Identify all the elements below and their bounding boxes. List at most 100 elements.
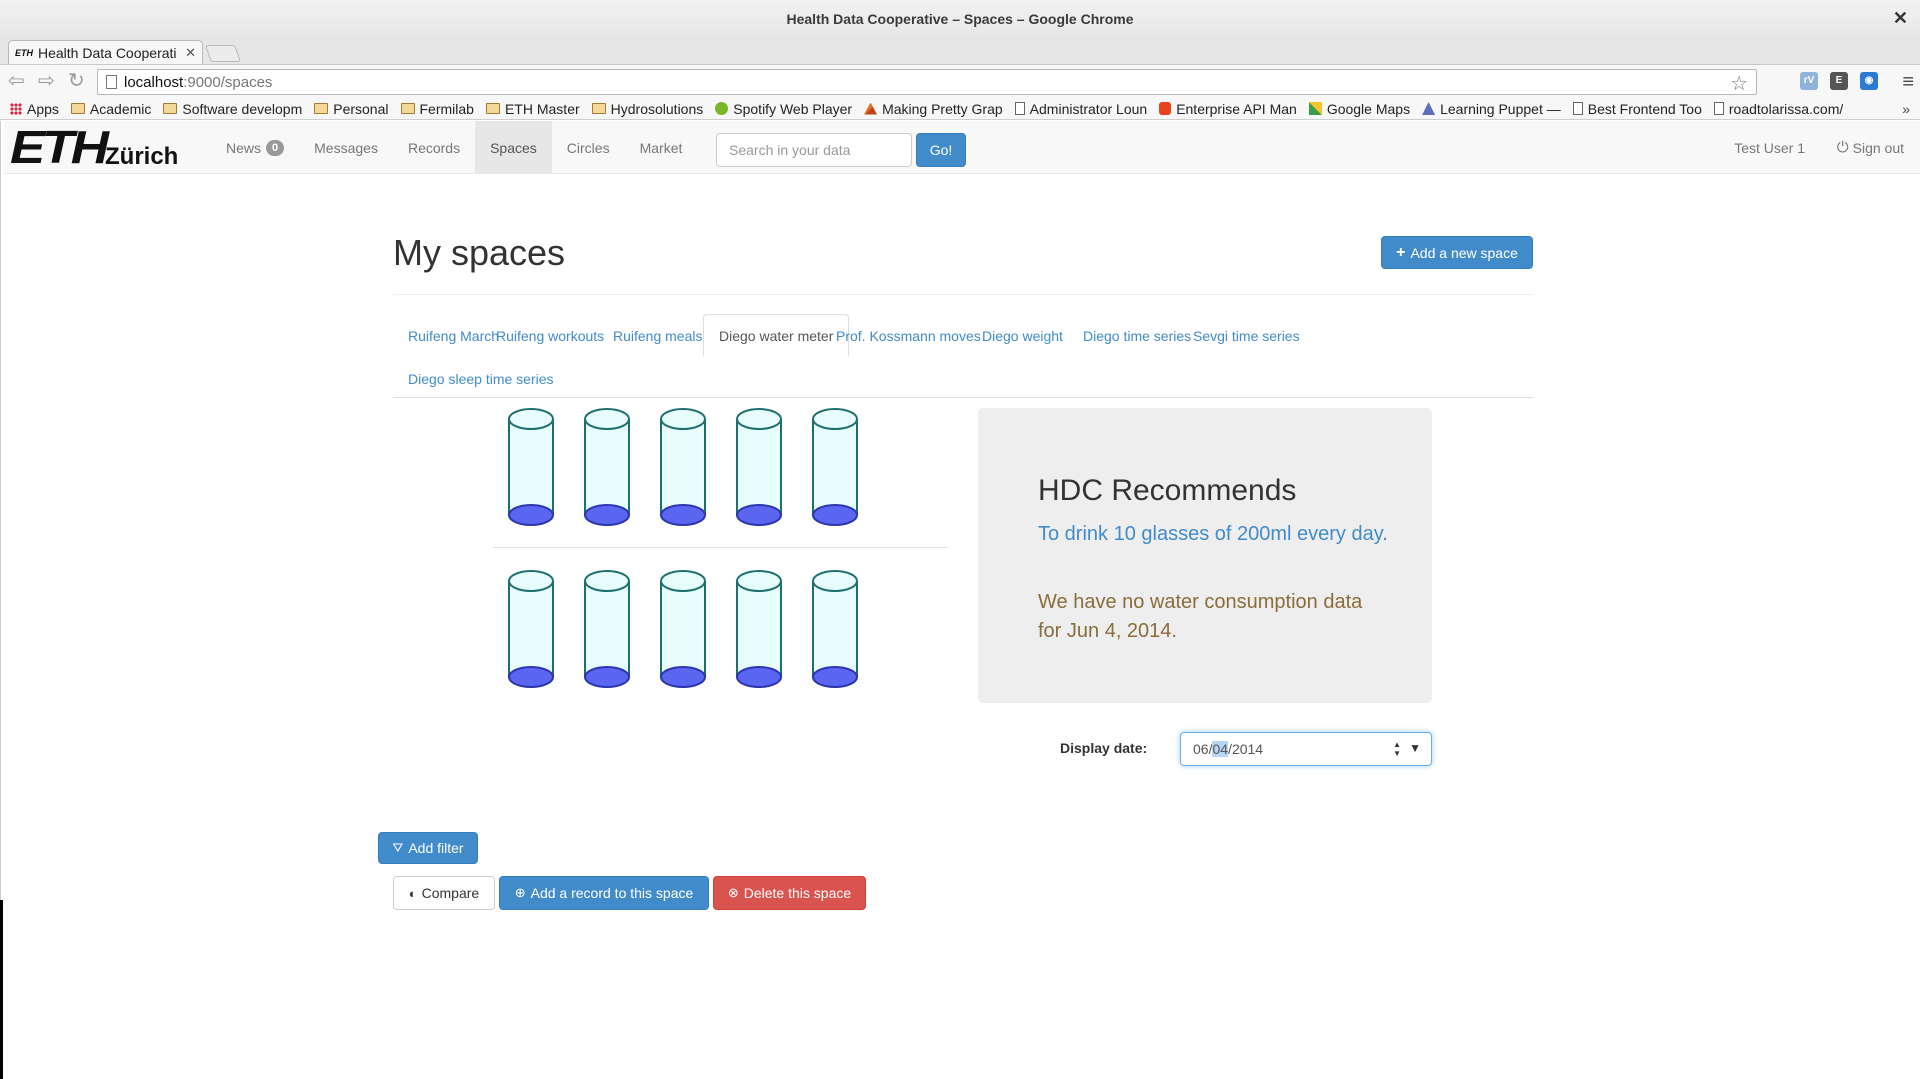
bookmark-label: Making Pretty Grap (882, 100, 1003, 117)
bookmark-star-icon[interactable]: ☆ (1730, 71, 1748, 96)
bookmark-9[interactable]: Administrator Loun (1014, 101, 1147, 117)
eth-logo[interactable]: ETH Zürich (10, 124, 178, 170)
window-title: Health Data Cooperative – Spaces – Googl… (786, 11, 1134, 27)
bookmark-4[interactable]: Fermilab (400, 101, 474, 117)
folder-icon (485, 103, 500, 114)
water-glass[interactable] (584, 570, 630, 688)
url-text[interactable]: localhost:9000/spaces (124, 74, 272, 91)
add-filter-label: Add filter (408, 840, 464, 856)
tab-diego-sleep-time-series[interactable]: Diego sleep time series (393, 357, 569, 400)
water-glass[interactable] (660, 408, 706, 526)
tab-diego-weight[interactable]: Diego weight (967, 314, 1078, 357)
recommendation-text: To drink 10 glasses of 200ml every day. (1038, 523, 1388, 545)
bookmark-2[interactable]: Software developm (163, 101, 302, 117)
bookmark-12[interactable]: Learning Puppet — (1422, 101, 1561, 117)
date-spinner-icon[interactable]: ▲ ▼ (1393, 740, 1401, 758)
chrome-menu-icon[interactable]: ≡ (1902, 71, 1914, 94)
bookmark-label: roadtolarissa.com/ (1728, 100, 1844, 117)
nav-label: Messages (314, 139, 378, 156)
folder-icon (400, 103, 415, 114)
add-filter-button[interactable]: ⛛ Add filter (378, 832, 478, 864)
bookmark-10[interactable]: Enterprise API Man (1159, 101, 1297, 117)
user-name[interactable]: Test User 1 (1734, 121, 1805, 174)
bookmark-5[interactable]: ETH Master (485, 100, 580, 117)
browser-tabstrip: ETH Health Data Cooperati ✕ (0, 38, 1920, 64)
nav-circles[interactable]: Circles (552, 121, 625, 174)
tab-ruifeng-meals[interactable]: Ruifeng meals (598, 314, 718, 357)
page-icon (1014, 102, 1025, 115)
filter-icon: ⛛ (392, 840, 404, 855)
recommendation-panel: HDC Recommends To drink 10 glasses of 20… (978, 408, 1432, 703)
delete-space-button[interactable]: ⊗ Delete this space (713, 876, 866, 910)
search-input[interactable] (716, 133, 912, 167)
plus-icon: + (1396, 243, 1406, 261)
nav-market[interactable]: Market (625, 121, 698, 174)
water-glass[interactable] (812, 570, 858, 688)
window-close-icon[interactable]: ✕ (1893, 8, 1908, 29)
nav-records[interactable]: Records (393, 121, 475, 174)
folder-icon (591, 103, 606, 114)
plus-circle-icon: ⊕ (514, 885, 526, 900)
reload-icon[interactable]: ↻ (68, 71, 85, 91)
tab-sevgi-time-series[interactable]: Sevgi time series (1178, 314, 1315, 357)
water-glass[interactable] (584, 408, 630, 526)
extension-blue-icon[interactable]: ◉ (1860, 72, 1878, 90)
date-day[interactable]: 04 (1212, 741, 1229, 757)
display-date-input[interactable]: 06/04/2014 ▲ ▼ ▼ (1180, 732, 1432, 766)
bookmark-label: Personal (333, 100, 389, 117)
no-data-message: We have no water consumption data for Ju… (1038, 591, 1363, 642)
water-glass[interactable] (508, 408, 554, 526)
bookmark-label: ETH Master (504, 100, 580, 117)
browser-tab[interactable]: ETH Health Data Cooperati ✕ (8, 40, 203, 64)
tab-close-icon[interactable]: ✕ (185, 45, 196, 61)
bookmark-1[interactable]: Academic (70, 100, 152, 117)
bookmarks-bar: Apps Academic Software developm Personal Fer… (0, 98, 1920, 120)
bookmark-8[interactable]: Making Pretty Grap (864, 101, 1003, 117)
date-year[interactable]: 2014 (1232, 741, 1263, 757)
add-record-label: Add a record to this space (530, 885, 694, 901)
sign-out-link[interactable]: ⏻ Sign out (1837, 121, 1904, 174)
water-glass[interactable] (660, 570, 706, 688)
page-icon (1713, 102, 1724, 115)
spotify-icon (715, 102, 729, 115)
add-space-button[interactable]: + Add a new space (1381, 236, 1533, 269)
extension-rv-icon[interactable]: rV (1800, 72, 1818, 90)
bookmark-3[interactable]: Personal (314, 100, 389, 117)
address-bar[interactable]: localhost:9000/spaces ☆ (97, 69, 1757, 95)
nav-news[interactable]: News 0 (211, 121, 299, 174)
go-button[interactable]: Go! (916, 133, 966, 167)
bookmark-13[interactable]: Best Frontend Too (1572, 101, 1702, 117)
left-edge-dark (0, 900, 3, 1079)
extension-evernote-icon[interactable]: E (1830, 72, 1848, 90)
red-o-icon (1159, 102, 1172, 115)
divider (393, 294, 1533, 295)
water-glass[interactable] (508, 570, 554, 688)
water-glass[interactable] (736, 570, 782, 688)
recommendation-title: HDC Recommends (1038, 474, 1297, 507)
bookmark-11[interactable]: Google Maps (1308, 101, 1410, 117)
bookmark-label: Spotify Web Player (733, 100, 853, 117)
bookmarks-overflow-icon[interactable]: » (1902, 101, 1910, 117)
water-glass[interactable] (736, 408, 782, 526)
nav-spaces[interactable]: Spaces (475, 121, 552, 174)
water-glass[interactable] (812, 408, 858, 526)
bookmark-6[interactable]: Hydrosolutions (591, 101, 703, 117)
water-glasses-svg (508, 408, 858, 688)
bookmark-label: Software developm (182, 100, 303, 117)
bookmark-0[interactable]: Apps (10, 101, 59, 117)
date-month[interactable]: 06 (1193, 741, 1209, 757)
compare-button[interactable]: ◐ Compare (393, 876, 495, 910)
forward-icon[interactable]: ⇨ (38, 71, 55, 91)
add-record-button[interactable]: ⊕ Add a record to this space (499, 876, 709, 910)
glass-row-divider (493, 547, 948, 548)
new-tab-button[interactable] (204, 45, 242, 62)
back-icon[interactable]: ⇦ (8, 71, 25, 91)
nav-messages[interactable]: Messages (299, 121, 393, 174)
bookmark-label: Academic (89, 100, 152, 117)
bookmark-label: Learning Puppet — (1440, 100, 1561, 117)
bookmark-7[interactable]: Spotify Web Player (715, 101, 852, 117)
bookmark-label: Apps (27, 100, 59, 117)
bookmark-14[interactable]: roadtolarissa.com/ (1713, 100, 1844, 117)
date-dropdown-icon[interactable]: ▼ (1409, 741, 1421, 755)
window-titlebar: Health Data Cooperative – Spaces – Googl… (0, 0, 1920, 38)
